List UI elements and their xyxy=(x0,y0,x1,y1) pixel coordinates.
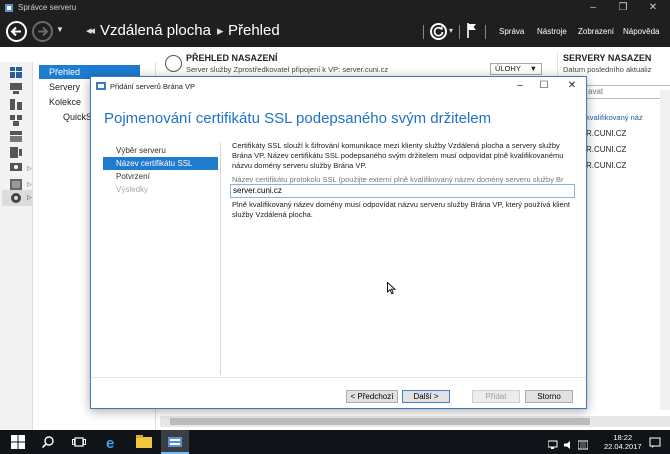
servers-card-subtitle: Datum posledního aktualiz xyxy=(563,65,652,74)
tasks-dropdown[interactable]: ÚLOHY ▼ xyxy=(490,63,542,75)
mouse-cursor-icon xyxy=(387,282,396,295)
dashboard-icon[interactable] xyxy=(10,67,22,78)
file-explorer-icon[interactable] xyxy=(136,435,152,449)
icon-rail: ▷ ▷ ▷ xyxy=(0,62,33,430)
search-icon[interactable] xyxy=(41,435,55,449)
server-manager-icon xyxy=(5,4,13,12)
server-manager-icon xyxy=(168,437,182,447)
deployment-title: PŘEHLED NASAZENÍ xyxy=(186,53,278,63)
step-ssl-certificate-name[interactable]: Název certifikátu SSL xyxy=(103,157,218,170)
close-window-button[interactable]: ✕ xyxy=(638,0,668,16)
svg-text:e: e xyxy=(106,435,114,449)
language-icon[interactable] xyxy=(578,438,588,452)
breadcrumb-current: Přehled xyxy=(228,22,280,39)
menu-nastroje[interactable]: Nástroje xyxy=(537,27,567,36)
hyper-v-icon[interactable] xyxy=(10,179,22,190)
cancel-button[interactable]: Storno xyxy=(525,390,573,403)
taskbar: e 18:22 22.04.2017 xyxy=(0,430,670,454)
all-servers-icon[interactable] xyxy=(10,99,22,110)
header-divider xyxy=(485,25,486,39)
task-view-icon[interactable] xyxy=(72,435,86,449)
file-services-icon[interactable] xyxy=(10,131,22,142)
expand-arrow-icon: ▷ xyxy=(27,195,32,201)
step-confirmation[interactable]: Potvrzení xyxy=(103,170,218,183)
ad-ds-icon[interactable] xyxy=(10,115,22,126)
iis-icon[interactable] xyxy=(10,163,22,174)
dialog-minimize-button[interactable]: – xyxy=(509,79,531,93)
table-row[interactable]: R.CUNI.CZ xyxy=(586,145,626,154)
description-text: Certifikáty SSL slouží k šifrování komun… xyxy=(232,141,564,170)
table-row[interactable]: R.CUNI.CZ xyxy=(586,129,626,138)
taskbar-clock[interactable]: 18:22 22.04.2017 xyxy=(604,433,642,451)
refresh-icon xyxy=(433,26,444,37)
scrollbar-thumb[interactable] xyxy=(170,418,590,425)
vertical-scrollbar[interactable] xyxy=(660,90,670,410)
network-icon[interactable] xyxy=(548,438,560,452)
deployment-subtitle: Server služby Zprostředkovatel připojení… xyxy=(186,65,389,74)
history-dropdown-icon[interactable]: ▼ xyxy=(56,25,64,34)
wizard-icon xyxy=(96,82,106,90)
refresh-button[interactable] xyxy=(430,23,447,40)
servers-card-title: SERVERY NASAZEN xyxy=(563,53,652,63)
header-divider xyxy=(459,25,460,39)
step-results: Výsledky xyxy=(116,185,149,194)
add-rd-gateway-dialog: Přidání serverů Brána VP – ☐ ✕ Pojmenová… xyxy=(90,76,587,409)
remote-desktop-icon xyxy=(11,193,21,203)
internet-explorer-icon[interactable]: e xyxy=(104,435,120,449)
chevron-down-icon: ▼ xyxy=(529,64,537,73)
steps-divider xyxy=(220,143,221,375)
menu-zobrazeni[interactable]: Zobrazení xyxy=(578,27,614,36)
window-titlebar: Správce serveru – ❐ ✕ xyxy=(0,0,670,16)
deployment-icon xyxy=(165,55,182,72)
previous-button[interactable]: < Předchozí xyxy=(346,390,398,403)
clock-time: 18:22 xyxy=(613,433,633,442)
start-icon[interactable] xyxy=(11,435,25,449)
table-row[interactable]: R.CUNI.CZ xyxy=(586,161,626,170)
minimize-button[interactable]: – xyxy=(578,0,608,16)
menu-sprava[interactable]: Správa xyxy=(499,27,524,36)
expand-arrow-icon[interactable]: ▷ xyxy=(27,181,32,188)
dialog-titlebar: Přidání serverů Brána VP – ☐ ✕ xyxy=(91,77,586,95)
dialog-close-button[interactable]: ✕ xyxy=(561,79,583,93)
add-button: Přidat xyxy=(472,390,520,403)
back-button[interactable] xyxy=(6,21,27,42)
maximize-button[interactable]: ❐ xyxy=(608,0,638,16)
notifications-flag-icon[interactable] xyxy=(466,22,478,39)
taskbar-server-manager-button[interactable] xyxy=(161,430,189,454)
notifications-icon[interactable] xyxy=(649,436,661,450)
arrow-right-icon xyxy=(38,26,49,37)
next-button[interactable]: Další > xyxy=(402,390,450,403)
breadcrumb-arrows-icon: ◂◂ xyxy=(86,25,95,37)
volume-icon[interactable] xyxy=(564,438,574,452)
window-title: Správce serveru xyxy=(18,3,77,12)
clock-date: 22.04.2017 xyxy=(604,442,642,451)
horizontal-scrollbar[interactable] xyxy=(160,416,670,427)
certificate-name-label: Název certifikátu protokolu SSL (použijt… xyxy=(232,175,564,184)
dns-icon[interactable] xyxy=(10,147,22,158)
dialog-title: Přidání serverů Brána VP xyxy=(110,82,196,91)
arrow-left-icon xyxy=(10,26,21,37)
dialog-button-bar: < Předchozí Další > Přidat Storno xyxy=(91,377,586,408)
header-bar: ▼ ◂◂ Vzdálená plocha ▸ Přehled ▾ Správa … xyxy=(0,16,670,47)
tasks-label: ÚLOHY xyxy=(495,64,521,73)
breadcrumb-parent[interactable]: Vzdálená plocha xyxy=(100,22,211,39)
servers-column-header[interactable]: kvalifikovaný náz xyxy=(586,113,643,122)
expand-arrow-icon[interactable]: ▷ xyxy=(27,165,32,172)
certificate-name-input[interactable]: server.cuni.cz xyxy=(230,184,575,198)
fqdn-note: Plně kvalifikovaný název domény musí odp… xyxy=(232,200,570,219)
breadcrumb-separator-icon: ▸ xyxy=(217,23,224,38)
header-divider xyxy=(423,25,424,39)
page-title: Pojmenování certifikátu SSL podepsaného … xyxy=(104,110,492,127)
local-server-icon[interactable] xyxy=(10,83,22,94)
rail-item-remote-desktop-selected[interactable]: ▷ xyxy=(2,190,32,206)
step-server-selection[interactable]: Výběr serveru xyxy=(103,144,218,157)
menu-napoveda[interactable]: Nápověda xyxy=(623,27,659,36)
refresh-dropdown-icon[interactable]: ▾ xyxy=(449,26,453,35)
dialog-maximize-button[interactable]: ☐ xyxy=(533,79,555,93)
forward-button[interactable] xyxy=(32,21,53,42)
